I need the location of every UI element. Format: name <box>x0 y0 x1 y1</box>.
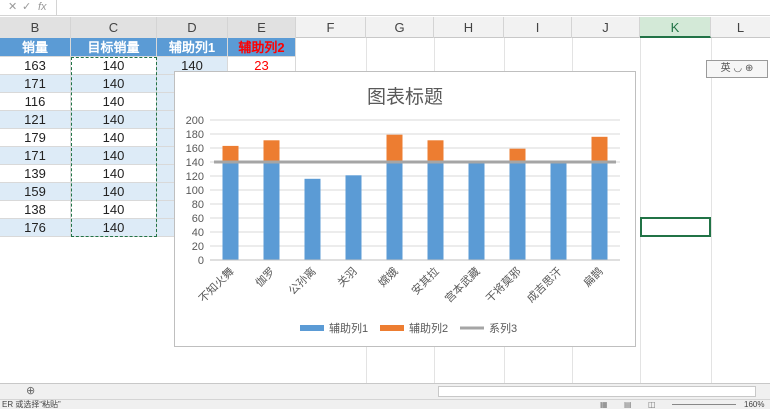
bar-series2 <box>427 140 444 162</box>
status-bar: ER 或选择“粘贴” ▦ ▤ ◫ 160% <box>0 399 770 409</box>
bar-series1 <box>386 162 403 260</box>
table-cell[interactable]: 171 <box>0 75 71 93</box>
formula-input[interactable] <box>56 0 770 15</box>
x-tick-label: 关羽 <box>334 264 359 289</box>
sheet-tab-bar: ⊕ <box>0 383 770 399</box>
bar-series1 <box>427 162 444 260</box>
table-cell[interactable]: 140 <box>71 183 157 201</box>
table-cell[interactable]: 140 <box>71 75 157 93</box>
bar-series1 <box>222 162 239 260</box>
table-cell[interactable]: 140 <box>71 129 157 147</box>
bar-series2 <box>591 136 608 162</box>
column-header-b[interactable]: B <box>0 17 71 38</box>
function-icon[interactable]: fx <box>38 0 47 15</box>
y-tick-label: 180 <box>186 129 204 141</box>
table-cell[interactable]: 140 <box>71 57 157 75</box>
bar-series1 <box>345 175 362 260</box>
column-header-e[interactable]: E <box>228 17 296 38</box>
x-tick-label: 扁鹊 <box>580 264 605 289</box>
column-header-i[interactable]: I <box>504 17 572 38</box>
horizontal-scrollbar[interactable] <box>438 386 756 397</box>
header-cell[interactable]: 辅助列2 <box>228 38 296 57</box>
column-header-bar: B C D E F G H I J K L <box>0 17 770 38</box>
column-header-g[interactable]: G <box>366 17 434 38</box>
header-cell[interactable]: 销量 <box>0 38 71 57</box>
legend-label: 系列3 <box>489 321 517 335</box>
formula-bar: ✕ ✓ fx <box>0 0 770 16</box>
zoom-slider[interactable] <box>672 404 736 405</box>
y-tick-label: 160 <box>186 143 204 155</box>
legend-swatch <box>380 325 404 331</box>
x-tick-label: 安其拉 <box>408 264 441 297</box>
active-cell-k[interactable] <box>640 217 711 237</box>
bar-series2 <box>263 140 280 162</box>
table-cell[interactable]: 140 <box>71 93 157 111</box>
bar-series2 <box>222 145 239 162</box>
table-cell[interactable]: 176 <box>0 219 71 237</box>
table-cell[interactable]: 140 <box>71 147 157 165</box>
cancel-icon[interactable]: ✕ <box>8 0 17 15</box>
header-cell[interactable]: 目标销量 <box>71 38 157 57</box>
table-cell[interactable]: 139 <box>0 165 71 183</box>
x-tick-label: 伽罗 <box>252 264 277 289</box>
table-cell[interactable]: 171 <box>0 147 71 165</box>
column-header-c[interactable]: C <box>71 17 157 38</box>
column-header-l[interactable]: L <box>711 17 770 38</box>
add-sheet-icon[interactable]: ⊕ <box>26 384 35 397</box>
column-header-j[interactable]: J <box>572 17 640 38</box>
x-tick-label: 宫本武藏 <box>442 264 483 305</box>
bar-chart[interactable]: 图表标题 0 20 40 60 80 100 120 140 160 180 200 不知火舞 伽罗 公孙… <box>174 71 636 347</box>
bar-series1 <box>591 162 608 260</box>
table-cell[interactable]: 121 <box>0 111 71 129</box>
bar-series1 <box>550 163 567 260</box>
y-tick-label: 60 <box>192 213 204 225</box>
bar-series2 <box>386 134 403 162</box>
ime-toolbar[interactable]: 英 ◡ ⊕ <box>706 60 768 78</box>
column-header-k[interactable]: K <box>640 17 711 38</box>
table-cell[interactable]: 179 <box>0 129 71 147</box>
table-cell[interactable]: 140 <box>71 201 157 219</box>
bar-series1 <box>509 162 526 260</box>
y-tick-label: 80 <box>192 199 204 211</box>
x-tick-label: 不知火舞 <box>196 264 237 305</box>
table-cell[interactable]: 138 <box>0 201 71 219</box>
table-cell[interactable]: 140 <box>71 165 157 183</box>
legend-label: 辅助列2 <box>409 321 448 335</box>
y-tick-label: 0 <box>198 255 204 267</box>
bar-series1 <box>468 162 485 260</box>
table-cell[interactable]: 140 <box>71 219 157 237</box>
table-cell[interactable]: 140 <box>71 111 157 129</box>
x-tick-label: 成吉思汗 <box>524 265 564 305</box>
column-header-h[interactable]: H <box>434 17 504 38</box>
x-tick-label: 公孙离 <box>285 264 318 297</box>
y-tick-label: 120 <box>186 171 204 183</box>
y-tick-label: 200 <box>186 115 204 127</box>
column-header-f[interactable]: F <box>296 17 366 38</box>
bar-series1 <box>263 162 280 260</box>
y-tick-label: 20 <box>192 241 204 253</box>
y-tick-label: 40 <box>192 227 204 239</box>
x-tick-label: 干将莫邪 <box>483 265 523 305</box>
table-cell[interactable]: 116 <box>0 93 71 111</box>
legend-label: 辅助列1 <box>329 321 368 335</box>
column-header-d[interactable]: D <box>157 17 228 38</box>
table-cell[interactable]: 163 <box>0 57 71 75</box>
table-cell[interactable]: 159 <box>0 183 71 201</box>
y-tick-label: 100 <box>186 185 204 197</box>
legend-swatch <box>300 325 324 331</box>
bar-series1 <box>304 178 321 260</box>
x-tick-label: 嫦娥 <box>375 264 400 289</box>
y-tick-label: 140 <box>186 157 204 169</box>
enter-icon[interactable]: ✓ <box>22 0 31 15</box>
bar-series2 <box>509 148 526 162</box>
header-cell[interactable]: 辅助列1 <box>157 38 228 57</box>
